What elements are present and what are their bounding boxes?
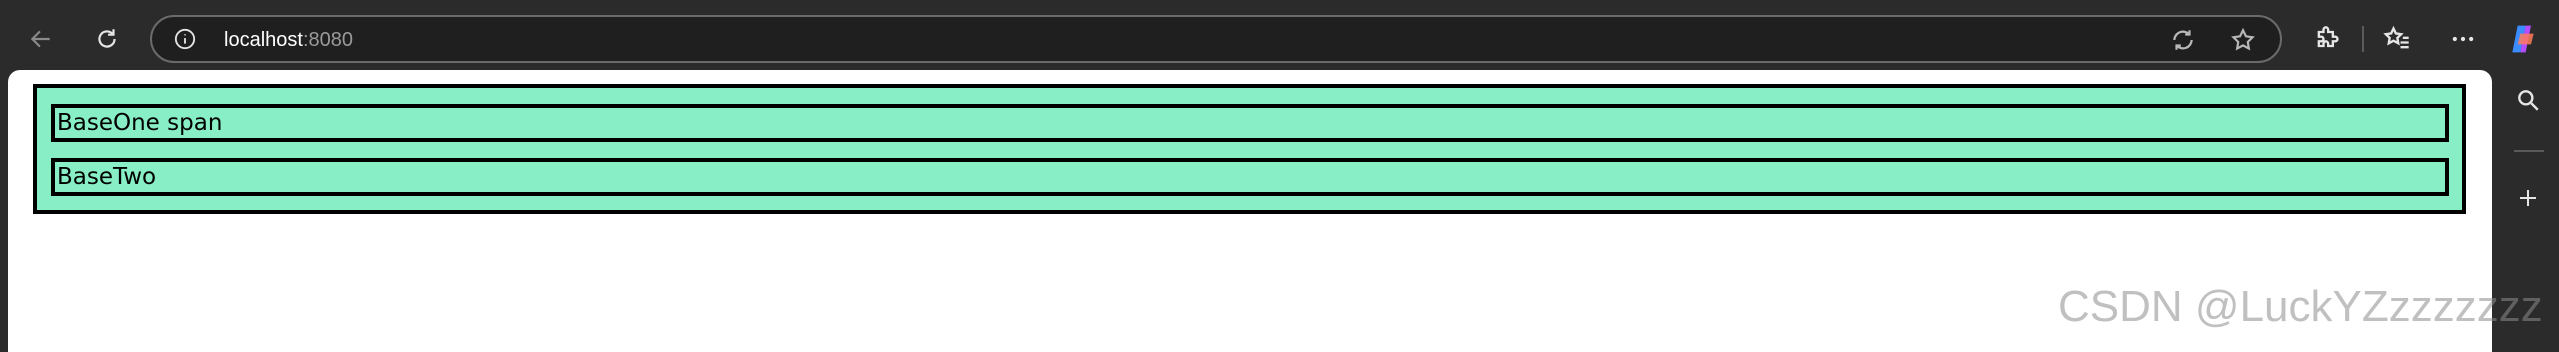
favorites-button[interactable] [2380,22,2414,56]
copilot-button[interactable] [2506,22,2540,56]
base-one-block: BaseOne span [51,104,2449,142]
sidebar-divider [2514,150,2544,152]
extensions-button[interactable] [2310,22,2344,56]
url-port: :8080 [302,29,353,51]
more-button[interactable] [2446,22,2480,56]
sidebar-search-button[interactable] [2512,84,2544,116]
url-text[interactable]: localhost:8080 [224,28,353,52]
info-icon[interactable] [174,28,196,50]
back-button[interactable] [18,16,64,62]
back-arrow-icon [30,30,50,48]
refresh-button[interactable] [84,16,130,62]
favorites-list-icon [2383,25,2409,49]
copilot-icon [2512,25,2534,53]
sidebar-add-button[interactable] [2512,182,2544,214]
plus-icon [2520,190,2536,206]
star-icon[interactable] [2230,27,2256,53]
browser-toolbar: localhost:8080 [0,0,2559,78]
toolbar-divider [2362,26,2364,52]
watermark: CSDN @LuckYZzzzzzzz [2058,282,2543,331]
search-icon [2518,90,2539,111]
puzzle-icon [2317,26,2339,48]
more-icon [2452,36,2474,42]
url-host: localhost [224,29,303,51]
address-bar[interactable]: localhost:8080 [150,15,2282,63]
base-two-block: BaseTwo [51,158,2449,196]
immersive-reader-icon[interactable] [2170,27,2196,53]
refresh-icon [98,29,116,48]
